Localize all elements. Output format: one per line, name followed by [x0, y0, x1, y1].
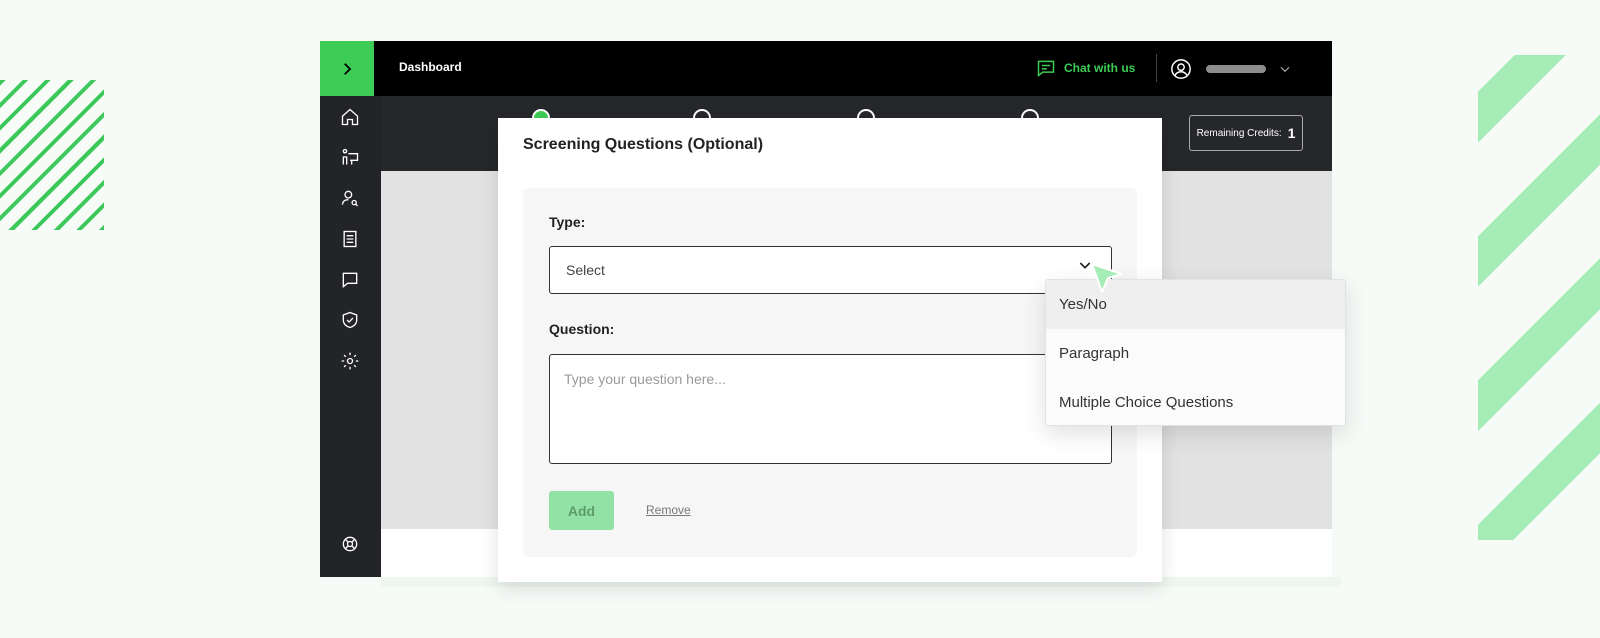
support-icon — [342, 536, 358, 552]
type-label: Type: — [549, 214, 586, 230]
mouse-cursor-icon — [1091, 263, 1123, 293]
cv-icon — [343, 230, 357, 248]
sidebar — [320, 41, 381, 577]
shield-check-icon — [342, 311, 358, 329]
remove-link[interactable]: Remove — [646, 503, 691, 517]
user-menu[interactable] — [1170, 58, 1292, 80]
question-label: Question: — [549, 321, 615, 337]
question-placeholder: Type your question here... — [564, 371, 726, 387]
type-dropdown-menu: Yes/No Paragraph Multiple Choice Questio… — [1045, 279, 1346, 426]
type-select[interactable]: Select — [549, 246, 1112, 294]
nav-home[interactable] — [337, 104, 363, 130]
chat-label: Chat with us — [1064, 61, 1136, 75]
remaining-credits-badge: Remaining Credits: 1 — [1189, 115, 1303, 151]
nav-support[interactable] — [337, 531, 363, 557]
chevron-right-icon — [344, 62, 352, 75]
credits-value: 1 — [1287, 125, 1296, 141]
type-select-value: Select — [566, 262, 605, 278]
gear-icon — [341, 352, 359, 370]
sidebar-toggle-button[interactable] — [320, 41, 374, 96]
page-title: Dashboard — [399, 60, 462, 74]
candidates-icon — [342, 148, 359, 165]
dropdown-option-multiple-choice[interactable]: Multiple Choice Questions — [1046, 378, 1345, 425]
nav-candidates[interactable] — [337, 144, 363, 170]
user-name-placeholder — [1206, 65, 1266, 73]
chat-with-us-link[interactable]: Chat with us — [1036, 58, 1135, 78]
credits-label: Remaining Credits: — [1196, 127, 1282, 139]
chat-icon — [342, 272, 358, 289]
home-icon — [341, 108, 359, 126]
dropdown-option-paragraph[interactable]: Paragraph — [1046, 329, 1345, 378]
nav-messages[interactable] — [337, 267, 363, 293]
user-avatar-icon — [1171, 59, 1191, 79]
decoration-stripes-right — [1478, 55, 1600, 540]
nav-verification[interactable] — [337, 307, 363, 333]
topbar-divider — [1156, 54, 1157, 82]
decoration-stripes-left — [0, 80, 104, 230]
nav-user-search[interactable] — [337, 185, 363, 211]
chevron-down-icon — [1280, 66, 1290, 73]
nav-settings[interactable] — [337, 348, 363, 374]
modal-title: Screening Questions (Optional) — [523, 136, 764, 153]
user-search-icon — [341, 190, 358, 207]
nav-cv[interactable] — [337, 226, 363, 252]
question-textarea[interactable]: Type your question here... — [549, 354, 1112, 464]
chat-icon — [1037, 60, 1055, 78]
topbar: Dashboard Chat with us — [374, 41, 1332, 96]
add-button[interactable]: Add — [549, 491, 614, 530]
